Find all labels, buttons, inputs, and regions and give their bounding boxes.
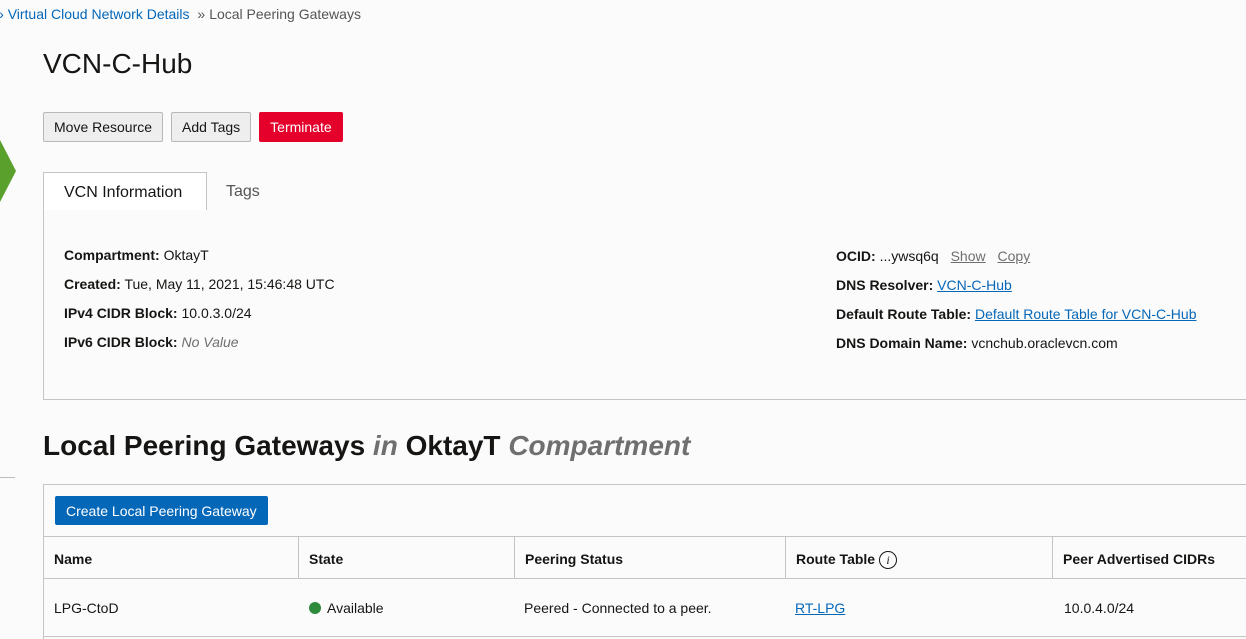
breadcrumb-current: Local Peering Gateways xyxy=(209,6,361,22)
ocid-show-link[interactable]: Show xyxy=(951,248,986,264)
default-route-table-link[interactable]: Default Route Table for VCN-C-Hub xyxy=(975,306,1197,322)
ipv4-field: IPv4 CIDR Block: 10.0.3.0/24 xyxy=(64,305,252,321)
vcn-information-panel: Compartment: OktayT Created: Tue, May 11… xyxy=(43,210,1246,400)
breadcrumb-prefix[interactable]: » xyxy=(0,6,4,22)
column-header-route-table[interactable]: Route Table i xyxy=(786,537,1053,579)
tab-tags[interactable]: Tags xyxy=(207,172,279,211)
table-header: Name State Peering Status Route Table i P… xyxy=(44,536,1246,579)
section-title-suffix: Compartment xyxy=(508,430,691,461)
breadcrumb-vcn-details-link[interactable]: Virtual Cloud Network Details xyxy=(8,6,190,22)
add-tags-button[interactable]: Add Tags xyxy=(171,112,252,142)
created-value: Tue, May 11, 2021, 15:46:48 UTC xyxy=(124,276,335,292)
ipv6-label: IPv6 CIDR Block: xyxy=(64,334,178,350)
cell-name: LPG-CtoD xyxy=(54,600,119,616)
cell-peer-cidrs: 10.0.4.0/24 xyxy=(1064,600,1135,616)
dns-domain-value: vcnchub.oraclevcn.com xyxy=(971,335,1118,351)
dns-resolver-label: DNS Resolver: xyxy=(836,277,934,293)
compartment-field: Compartment: OktayT xyxy=(64,247,209,263)
breadcrumb: » Virtual Cloud Network Details »Local P… xyxy=(0,6,361,22)
column-name-label: Name xyxy=(54,551,93,567)
ipv4-value: 10.0.3.0/24 xyxy=(181,305,252,321)
section-title: Local Peering Gateways in OktayT Compart… xyxy=(43,430,690,462)
available-status-icon xyxy=(309,602,321,614)
detail-tabs: VCN Information Tags xyxy=(43,172,1246,212)
dns-domain-field: DNS Domain Name: vcnchub.oraclevcn.com xyxy=(836,335,1118,351)
ocid-label: OCID: xyxy=(836,248,876,264)
created-field: Created: Tue, May 11, 2021, 15:46:48 UTC xyxy=(64,276,335,292)
column-peering-status-label: Peering Status xyxy=(525,551,624,567)
table-row: LPG-CtoD Available Peered - Connected to… xyxy=(44,579,1246,637)
tab-vcn-information[interactable]: VCN Information xyxy=(43,172,207,212)
info-icon[interactable]: i xyxy=(879,551,898,570)
ipv6-field: IPv6 CIDR Block: No Value xyxy=(64,334,239,350)
ocid-copy-link[interactable]: Copy xyxy=(998,248,1031,264)
breadcrumb-separator: » xyxy=(197,6,206,22)
cell-state-label: Available xyxy=(327,600,384,616)
ipv4-label: IPv4 CIDR Block: xyxy=(64,305,178,321)
cell-route-table: RT-LPG xyxy=(785,579,845,637)
created-label: Created: xyxy=(64,276,121,292)
column-header-name[interactable]: Name xyxy=(44,537,299,579)
route-table-link[interactable]: RT-LPG xyxy=(795,600,845,616)
page-title: VCN-C-Hub xyxy=(43,48,193,79)
ipv6-value: No Value xyxy=(181,334,239,350)
action-bar: Move Resource Add Tags Terminate xyxy=(43,112,343,142)
vcn-hexagon-icon xyxy=(0,140,16,202)
dns-resolver-field: DNS Resolver: VCN-C-Hub xyxy=(836,277,1012,293)
default-route-table-label: Default Route Table: xyxy=(836,306,972,322)
side-divider xyxy=(0,477,15,478)
column-route-table-label: Route Table xyxy=(796,551,876,567)
section-title-text: Local Peering Gateways xyxy=(43,430,366,461)
column-header-state[interactable]: State xyxy=(299,537,515,579)
terminate-button[interactable]: Terminate xyxy=(259,112,343,142)
lpg-table-container: Create Local Peering Gateway Name State … xyxy=(43,484,1246,639)
column-header-peer-cidrs[interactable]: Peer Advertised CIDRs xyxy=(1053,537,1246,579)
create-lpg-button[interactable]: Create Local Peering Gateway xyxy=(55,496,268,525)
ocid-field: OCID: ...ywsq6q Show Copy xyxy=(836,248,1030,264)
compartment-value: OktayT xyxy=(163,247,209,263)
compartment-label: Compartment: xyxy=(64,247,160,263)
column-peer-cidrs-label: Peer Advertised CIDRs xyxy=(1063,551,1215,567)
column-header-peering-status[interactable]: Peering Status xyxy=(515,537,786,579)
cell-peering-status: Peered - Connected to a peer. xyxy=(524,600,712,616)
cell-state: Available xyxy=(299,579,384,637)
dns-resolver-link[interactable]: VCN-C-Hub xyxy=(937,277,1012,293)
ocid-value: ...ywsq6q xyxy=(879,248,939,264)
move-resource-button[interactable]: Move Resource xyxy=(43,112,164,142)
default-route-table-field: Default Route Table: Default Route Table… xyxy=(836,306,1196,322)
section-compartment-name: OktayT xyxy=(405,430,501,461)
column-state-label: State xyxy=(309,551,344,567)
dns-domain-label: DNS Domain Name: xyxy=(836,335,968,351)
section-title-in: in xyxy=(372,430,398,461)
